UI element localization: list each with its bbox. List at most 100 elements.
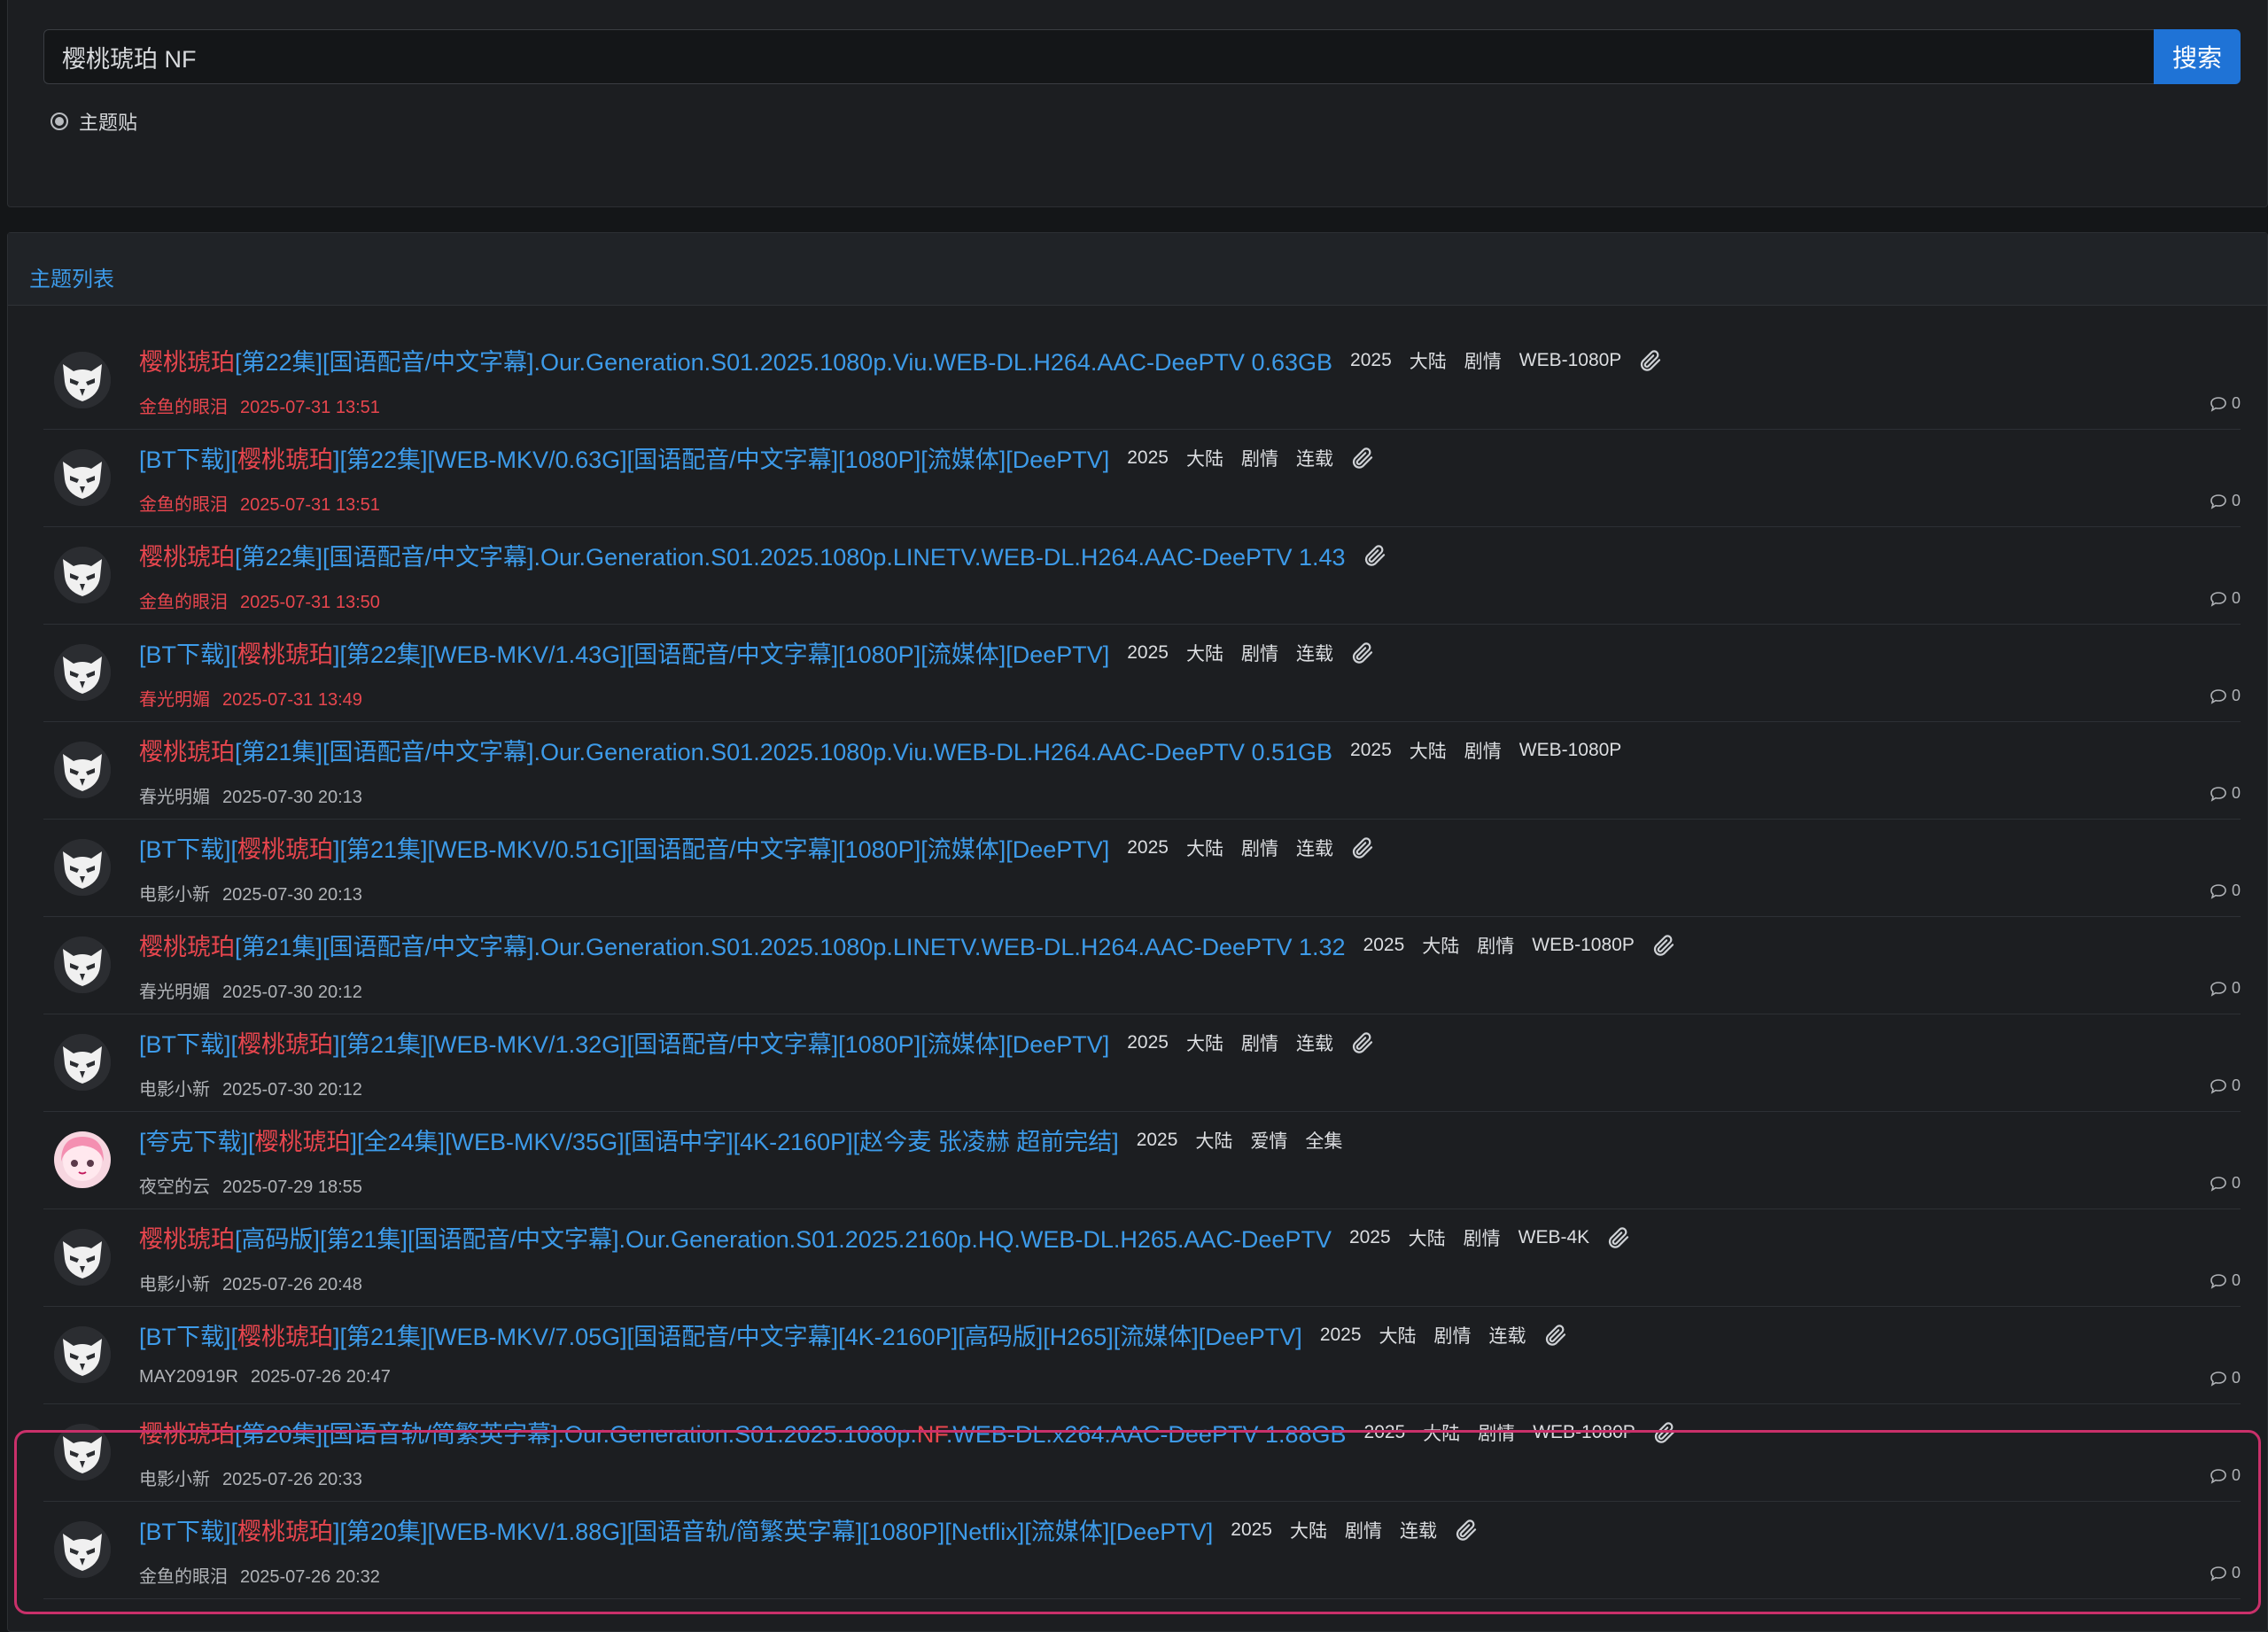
mask-avatar-icon[interactable]: [54, 547, 111, 603]
topic-tag[interactable]: 大陆: [1379, 1322, 1417, 1348]
topic-tag[interactable]: WEB-1080P: [1532, 935, 1635, 956]
topic-tag[interactable]: 大陆: [1195, 1127, 1232, 1154]
topic-title-link[interactable]: 樱桃琥珀[第20集][国语音轨/简繁英字幕].Our.Generation.S0…: [139, 1415, 1347, 1449]
topic-tag[interactable]: WEB-4K: [1518, 1227, 1590, 1248]
radio-selected-icon[interactable]: [50, 113, 68, 130]
topic-tag[interactable]: 剧情: [1464, 347, 1502, 374]
topic-tag[interactable]: 大陆: [1186, 835, 1223, 861]
topic-title-link[interactable]: 樱桃琥珀[第21集][国语配音/中文字幕].Our.Generation.S01…: [139, 733, 1332, 767]
topic-title-link[interactable]: [夸克下载][樱桃琥珀][全24集][WEB-MKV/35G][国语中字][4K…: [139, 1123, 1119, 1157]
topic-tag[interactable]: 大陆: [1410, 737, 1447, 764]
topic-tag[interactable]: 连载: [1296, 1030, 1333, 1056]
topic-tag[interactable]: 大陆: [1423, 1419, 1460, 1446]
topic-author[interactable]: 电影小新: [139, 1275, 210, 1294]
topic-author[interactable]: 春光明媚: [139, 983, 210, 1002]
topic-tag[interactable]: 剧情: [1434, 1322, 1472, 1348]
topic-tag[interactable]: 连载: [1400, 1517, 1437, 1543]
topic-tag[interactable]: 2025: [1127, 447, 1169, 469]
topic-tag[interactable]: 2025: [1127, 1032, 1169, 1053]
topic-author[interactable]: MAY20919R: [139, 1367, 238, 1387]
mask-avatar-icon[interactable]: [54, 1229, 111, 1286]
comment-icon: [2210, 591, 2232, 607]
topic-tag[interactable]: 大陆: [1409, 1224, 1446, 1251]
topic-tag[interactable]: WEB-1080P: [1533, 1422, 1635, 1443]
mask-avatar-icon[interactable]: [54, 449, 111, 506]
topic-author[interactable]: 金鱼的眼泪: [139, 398, 228, 417]
topic-tag[interactable]: 剧情: [1241, 1030, 1278, 1056]
topic-tag[interactable]: 大陆: [1186, 640, 1223, 666]
topic-author[interactable]: 电影小新: [139, 1080, 210, 1100]
topic-tag[interactable]: 连载: [1489, 1322, 1526, 1348]
topic-author[interactable]: 夜空的云: [139, 1177, 210, 1197]
anime-girl-avatar-icon[interactable]: [54, 1131, 111, 1188]
topic-title-link[interactable]: [BT下载][樱桃琥珀][第20集][WEB-MKV/1.88G][国语音轨/简…: [139, 1512, 1213, 1547]
topic-tag[interactable]: 2025: [1231, 1519, 1272, 1541]
topic-tag[interactable]: 2025: [1349, 1227, 1391, 1248]
mask-avatar-icon[interactable]: [54, 352, 111, 408]
topic-tag[interactable]: 剧情: [1464, 1224, 1501, 1251]
search-button[interactable]: 搜索: [2154, 29, 2241, 84]
topic-author[interactable]: 金鱼的眼泪: [139, 1567, 228, 1587]
topic-author[interactable]: 电影小新: [139, 1470, 210, 1489]
topic-title-link[interactable]: 樱桃琥珀[高码版][第21集][国语配音/中文字幕].Our.Generatio…: [139, 1220, 1332, 1255]
topic-tag[interactable]: 连载: [1296, 835, 1333, 861]
scope-option-topic[interactable]: 主题贴: [50, 107, 137, 136]
topic-tag[interactable]: 2025: [1320, 1325, 1362, 1346]
mask-avatar-icon[interactable]: [54, 1424, 111, 1480]
topic-tag[interactable]: 剧情: [1241, 445, 1278, 471]
topic-tag[interactable]: 2025: [1363, 935, 1405, 956]
topic-title-link[interactable]: [BT下载][樱桃琥珀][第22集][WEB-MKV/1.43G][国语配音/中…: [139, 635, 1109, 670]
topic-tag[interactable]: 大陆: [1290, 1517, 1327, 1543]
topic-list-title[interactable]: 主题列表: [29, 261, 114, 292]
mask-avatar-icon[interactable]: [54, 644, 111, 701]
mask-avatar-icon[interactable]: [54, 742, 111, 798]
topic-tag[interactable]: 2025: [1127, 642, 1169, 664]
topic-title-link[interactable]: 樱桃琥珀[第21集][国语配音/中文字幕].Our.Generation.S01…: [139, 928, 1346, 962]
topic-author[interactable]: 春光明媚: [139, 788, 210, 807]
topic-title-text: [BT下载][: [139, 836, 238, 863]
paperclip-icon: [1453, 1517, 1480, 1543]
topic-tag[interactable]: 爱情: [1250, 1127, 1287, 1154]
mask-avatar-icon[interactable]: [54, 1034, 111, 1091]
topic-tag[interactable]: 2025: [1127, 837, 1169, 859]
topic-author[interactable]: 金鱼的眼泪: [139, 495, 228, 515]
topic-tag[interactable]: 剧情: [1478, 1419, 1515, 1446]
topic-list-panel: 主题列表 樱桃琥珀[第22集][国语配音/中文字幕].Our.Generatio…: [7, 232, 2268, 1632]
topic-tag[interactable]: 2025: [1350, 740, 1392, 761]
topic-tag[interactable]: 剧情: [1241, 640, 1278, 666]
topic-tag[interactable]: 2025: [1350, 350, 1392, 371]
topic-tag[interactable]: 剧情: [1345, 1517, 1382, 1543]
topic-title-link[interactable]: 樱桃琥珀[第22集][国语配音/中文字幕].Our.Generation.S01…: [139, 538, 1346, 572]
topic-author[interactable]: 春光明媚: [139, 690, 210, 710]
topic-tag[interactable]: 大陆: [1422, 932, 1459, 959]
topic-title-link[interactable]: [BT下载][樱桃琥珀][第21集][WEB-MKV/7.05G][国语配音/中…: [139, 1317, 1302, 1352]
topic-author[interactable]: 电影小新: [139, 885, 210, 905]
topic-title-text: [夸克下载][: [139, 1129, 255, 1155]
topic-tag[interactable]: 2025: [1364, 1422, 1406, 1443]
topic-tag[interactable]: 全集: [1305, 1127, 1342, 1154]
topic-tag[interactable]: 大陆: [1186, 445, 1223, 471]
search-highlight-text: 樱桃琥珀: [237, 1031, 334, 1058]
topic-title-link[interactable]: [BT下载][樱桃琥珀][第21集][WEB-MKV/1.32G][国语配音/中…: [139, 1025, 1109, 1060]
mask-avatar-icon[interactable]: [54, 1326, 111, 1383]
topic-tag[interactable]: 剧情: [1477, 932, 1514, 959]
topic-tag[interactable]: WEB-1080P: [1519, 350, 1622, 371]
topic-title-link[interactable]: [BT下载][樱桃琥珀][第21集][WEB-MKV/0.51G][国语配音/中…: [139, 830, 1109, 865]
topic-tag[interactable]: 2025: [1137, 1130, 1178, 1151]
topic-author[interactable]: 金鱼的眼泪: [139, 593, 228, 612]
topic-tag[interactable]: WEB-1080P: [1519, 740, 1622, 761]
topic-tag[interactable]: 剧情: [1464, 737, 1502, 764]
topic-tag[interactable]: 连载: [1296, 640, 1333, 666]
topic-title-link[interactable]: 樱桃琥珀[第22集][国语配音/中文字幕].Our.Generation.S01…: [139, 343, 1332, 377]
mask-avatar-icon[interactable]: [54, 1521, 111, 1578]
topic-tag[interactable]: 大陆: [1186, 1030, 1223, 1056]
search-input[interactable]: [43, 29, 2154, 84]
mask-avatar-icon[interactable]: [54, 936, 111, 993]
topic-tag[interactable]: 连载: [1296, 445, 1333, 471]
topic-tag[interactable]: 剧情: [1241, 835, 1278, 861]
reply-count: 0: [2210, 784, 2241, 803]
topic-tag[interactable]: 大陆: [1410, 347, 1447, 374]
topic-time: 2025-07-26 20:32: [240, 1567, 380, 1587]
topic-title-link[interactable]: [BT下载][樱桃琥珀][第22集][WEB-MKV/0.63G][国语配音/中…: [139, 440, 1109, 475]
mask-avatar-icon[interactable]: [54, 839, 111, 896]
